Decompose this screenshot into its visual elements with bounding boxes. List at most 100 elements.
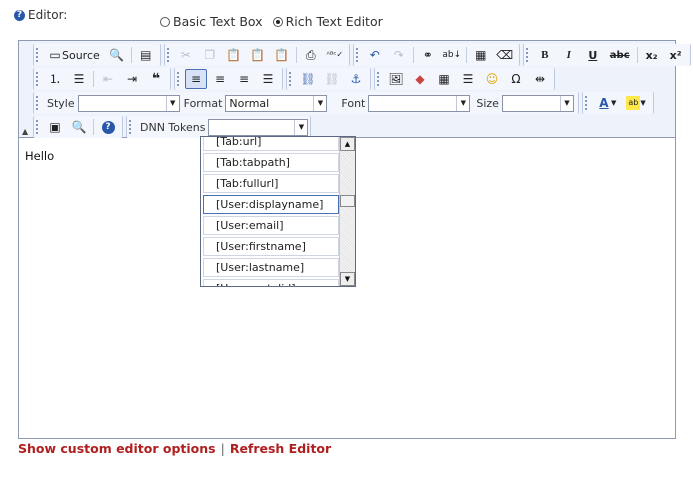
editor-content[interactable]: Hello [25, 149, 54, 163]
dropdown-scrollbar[interactable]: ▲ ▼ [339, 137, 355, 286]
toolbar-group-document: ▭ Source 🔍 ▤ [33, 44, 161, 66]
background-color-button[interactable]: ab ▼ [622, 93, 649, 113]
anchor-button[interactable]: ⚓ [345, 69, 367, 89]
paste-text-icon: 📋 [250, 48, 266, 62]
token-list-item[interactable]: [Tab:tabpath] [203, 153, 339, 172]
radio-basic-indicator[interactable] [160, 16, 170, 27]
token-list-item[interactable]: [User:email] [203, 216, 339, 235]
image-button[interactable]: 🖼 [385, 69, 407, 89]
radio-rich-text-editor[interactable]: Rich Text Editor [272, 14, 383, 29]
show-blocks-button[interactable]: 🔍 [68, 117, 90, 137]
find-button[interactable]: ⚭ [417, 45, 439, 65]
help-icon[interactable]: ? [14, 9, 25, 21]
token-list-item[interactable]: [User:portalid] [203, 279, 339, 286]
token-list-item[interactable]: [User:firstname] [203, 237, 339, 256]
toolbar-group-align: ≡ ≡ ≡ ☰ [174, 68, 283, 90]
italic-button[interactable]: I [558, 45, 580, 65]
paste-word-button[interactable]: 📋 [271, 45, 293, 65]
superscript-button[interactable]: x² [665, 45, 687, 65]
bulleted-list-button[interactable]: ☰ [68, 69, 90, 89]
font-select[interactable]: ▼ [368, 94, 471, 112]
text-color-button[interactable]: A ▼ [593, 93, 620, 113]
align-center-button[interactable]: ≡ [209, 69, 231, 89]
strike-button[interactable]: abc [606, 45, 634, 65]
align-justify-button[interactable]: ☰ [257, 69, 279, 89]
find-binoculars-icon: ⚭ [422, 48, 433, 62]
chevron-down-icon: ▼ [165, 95, 179, 111]
preview-button[interactable]: 🔍 [106, 45, 128, 65]
print-button[interactable]: ⎙ [300, 45, 322, 65]
paste-button[interactable]: 📋 [223, 45, 245, 65]
special-char-button[interactable]: Ω [505, 69, 527, 89]
horizontal-rule-button[interactable]: ☰ [457, 69, 479, 89]
size-select[interactable]: ▼ [501, 94, 574, 112]
undo-button[interactable]: ↶ [364, 45, 386, 65]
align-left-icon: ≡ [190, 72, 202, 86]
select-all-button[interactable]: ▦ [470, 45, 492, 65]
token-list-item[interactable]: [User:lastname] [203, 258, 339, 277]
flash-button[interactable]: ◆ [409, 69, 431, 89]
toolbar-group-basic-styles: B I U abc x₂ x² [522, 44, 691, 66]
show-custom-options-link[interactable]: Show custom editor options [18, 441, 216, 456]
underline-button[interactable]: U [582, 45, 604, 65]
chevron-down-icon: ▼ [313, 95, 326, 111]
indent-button[interactable]: ⇥ [121, 69, 143, 89]
token-list-item[interactable]: [Tab:fullurl] [203, 174, 339, 193]
editor-toolbar: ▭ Source 🔍 ▤ ✂ ❐ 📋 📋 📋 ⎙ ᴬᴮᶜ✓ ↶ ↷ ⚭ ab↓ … [19, 41, 691, 138]
style-select[interactable]: ▼ [77, 94, 180, 112]
text-color-icon: A [599, 96, 609, 110]
unlink-button[interactable]: ⛓ [321, 69, 343, 89]
flash-icon: ◆ [415, 72, 425, 86]
paste-text-button[interactable]: 📋 [247, 45, 269, 65]
quote-icon: ❝ [151, 71, 161, 87]
remove-format-button[interactable]: ⌫ [494, 45, 516, 65]
outdent-button[interactable]: ⇤ [97, 69, 119, 89]
align-left-button[interactable]: ≡ [185, 69, 207, 89]
italic-label: I [566, 49, 571, 61]
smiley-button[interactable]: ☺ [481, 69, 503, 89]
toolbar-group-lists: ⒈ ☰ ⇤ ⇥ ❝ [33, 68, 171, 90]
maximize-icon: ▣ [49, 120, 61, 134]
spellcheck-button[interactable]: ᴬᴮᶜ✓ [324, 45, 346, 65]
token-list-item[interactable]: [Tab:url] [203, 137, 339, 151]
link-button[interactable]: ⛓ [297, 69, 319, 89]
toolbar-separator [295, 47, 297, 63]
strike-label: abc [609, 49, 630, 61]
toolbar-separator [93, 119, 94, 135]
templates-button[interactable]: ▤ [135, 45, 157, 65]
outdent-icon: ⇤ [102, 72, 114, 86]
toolbar-row-2: ⒈ ☰ ⇤ ⇥ ❝ ≡ ≡ ≡ ☰ ⛓ ⛓ ⚓ 🖼 ◆ ▦ ☰ ☺ Ω ⇹ [33, 67, 558, 91]
scroll-up-icon[interactable]: ▲ [340, 137, 355, 151]
replace-button[interactable]: ab↓ [441, 45, 463, 65]
bold-button[interactable]: B [534, 45, 556, 65]
page-break-button[interactable]: ⇹ [529, 69, 551, 89]
table-button[interactable]: ▦ [433, 69, 455, 89]
toolbar-separator [130, 47, 132, 63]
refresh-editor-link[interactable]: Refresh Editor [230, 441, 331, 456]
radio-basic-label: Basic Text Box [173, 14, 263, 29]
copy-button[interactable]: ❐ [199, 45, 221, 65]
format-select[interactable]: Normal ▼ [225, 94, 328, 112]
numbered-list-button[interactable]: ⒈ [44, 69, 66, 89]
maximize-button[interactable]: ▣ [44, 117, 66, 137]
footer-separator: | [220, 441, 225, 456]
redo-button[interactable]: ↷ [388, 45, 410, 65]
toolbar-group-colors: A ▼ ab ▼ [581, 92, 654, 114]
blockquote-button[interactable]: ❝ [145, 69, 167, 89]
subscript-button[interactable]: x₂ [641, 45, 663, 65]
about-button[interactable]: ? [97, 117, 119, 137]
token-list-item[interactable]: [User:displayname] [203, 195, 339, 214]
scroll-thumb[interactable] [340, 195, 355, 207]
toolbar-group-insert: 🖼 ◆ ▦ ☰ ☺ Ω ⇹ [374, 68, 555, 90]
scroll-down-icon[interactable]: ▼ [340, 272, 355, 286]
dnn-tokens-value [209, 120, 294, 135]
collapse-toolbar-icon[interactable]: ▲ [22, 127, 28, 136]
toolbar-group-clipboard: ✂ ❐ 📋 📋 📋 ⎙ ᴬᴮᶜ✓ [163, 44, 350, 66]
source-button[interactable]: ▭ Source [44, 45, 104, 65]
radio-rich-indicator[interactable] [272, 16, 283, 27]
cut-button[interactable]: ✂ [175, 45, 197, 65]
radio-basic-text-box[interactable]: Basic Text Box [160, 14, 263, 29]
dnn-tokens-select[interactable]: ▼ [208, 118, 309, 136]
size-label: Size [476, 96, 499, 110]
align-right-button[interactable]: ≡ [233, 69, 255, 89]
